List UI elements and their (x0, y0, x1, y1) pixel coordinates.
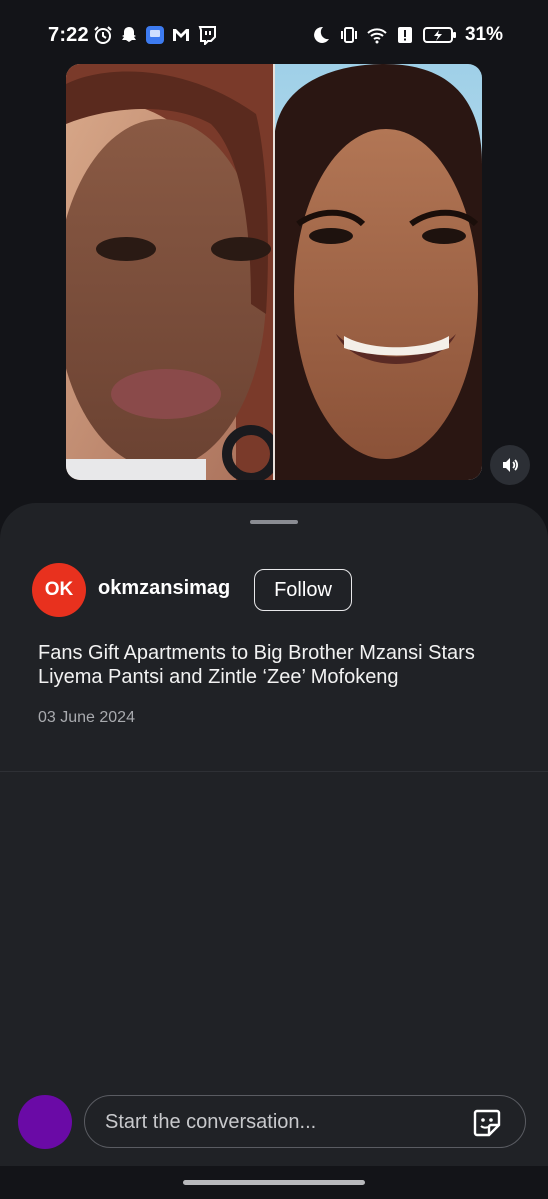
wifi-icon (367, 28, 387, 44)
system-icons: 31% (311, 24, 503, 46)
post-headline: Fans Gift Apartments to Big Brother Mzan… (38, 642, 475, 688)
alert-icon (397, 27, 412, 43)
alarm-icon (94, 26, 112, 44)
user-avatar[interactable] (18, 1095, 72, 1149)
post-details-sheet: OK okmzansimag Follow Fans Gift Apartmen… (0, 503, 548, 1199)
comment-placeholder: Start the conversation... (105, 1111, 317, 1133)
vibrate-icon (340, 27, 357, 43)
home-indicator[interactable] (183, 1180, 365, 1185)
status-time: 7:22 (48, 24, 89, 46)
post-date: 03 June 2024 (38, 709, 135, 726)
notification-icons (93, 25, 217, 45)
volume-button[interactable] (490, 445, 530, 485)
gmail-icon (173, 29, 189, 41)
account-username[interactable]: okmzansimag (98, 577, 230, 600)
twitch-icon (198, 26, 216, 45)
battery-percent: 31% (464, 24, 503, 45)
account-logo-text: OK (44, 579, 74, 600)
comment-input[interactable]: Start the conversation... (84, 1095, 526, 1148)
navigation-bar (0, 1166, 548, 1199)
divider (0, 771, 548, 772)
drag-handle[interactable] (250, 520, 298, 524)
snapchat-icon (122, 27, 136, 42)
post-media[interactable] (66, 64, 482, 480)
battery-icon (422, 27, 456, 43)
moon-icon (314, 26, 329, 43)
app-icon (146, 26, 164, 44)
account-avatar[interactable]: OK (32, 563, 86, 617)
follow-button[interactable]: Follow (254, 569, 352, 611)
post-photo (66, 64, 482, 480)
volume-icon (503, 458, 518, 472)
status-bar: 7:22 31% (0, 0, 548, 72)
sticker-icon[interactable] (471, 1107, 503, 1139)
